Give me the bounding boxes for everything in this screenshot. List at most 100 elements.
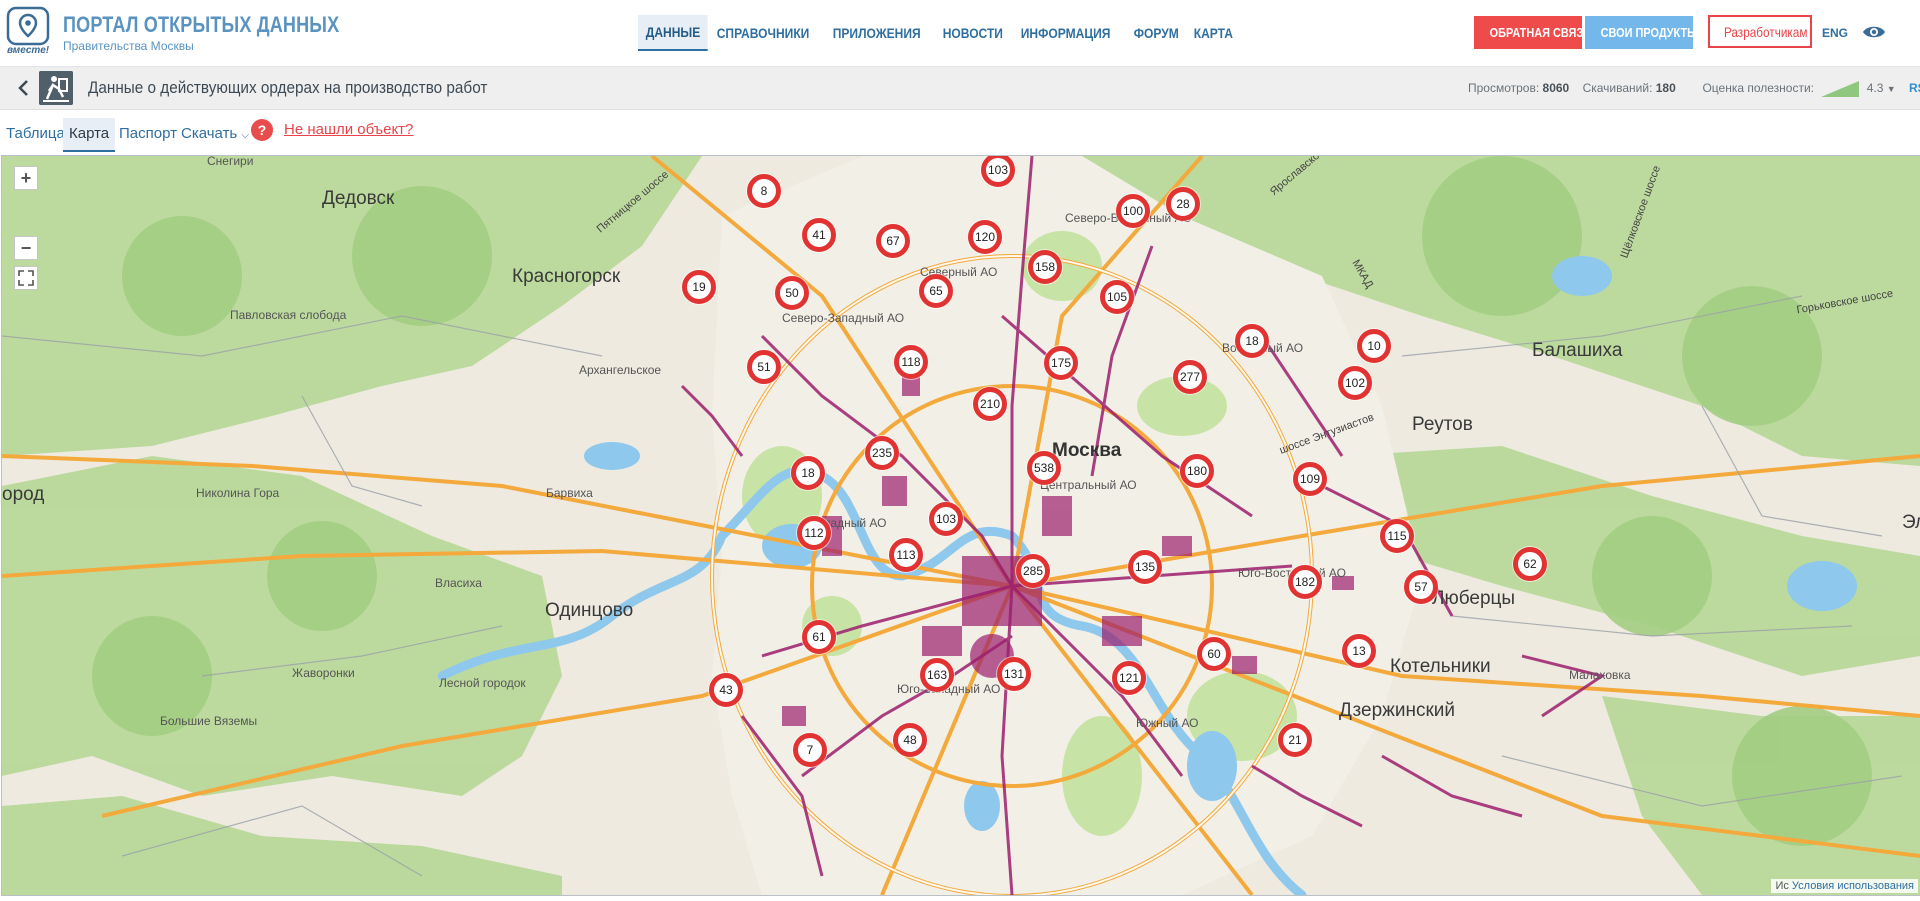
map-cluster[interactable]: 175 <box>1044 346 1078 380</box>
map-cluster[interactable]: 10 <box>1357 329 1391 363</box>
map-cluster[interactable]: 18 <box>1235 324 1269 358</box>
map-cluster[interactable]: 60 <box>1197 637 1231 671</box>
map-cluster[interactable]: 43 <box>709 673 743 707</box>
downloads-count: 180 <box>1655 81 1676 96</box>
map-cluster[interactable]: 115 <box>1380 519 1414 553</box>
place-label: Власиха <box>435 576 482 590</box>
map-cluster[interactable]: 19 <box>682 270 716 304</box>
map-cluster[interactable]: 135 <box>1128 550 1162 584</box>
nav-info[interactable]: ИНФОРМАЦИЯ <box>1013 16 1118 50</box>
map-cluster[interactable]: 109 <box>1293 462 1327 496</box>
map-cluster[interactable]: 100 <box>1116 194 1150 228</box>
map-cluster[interactable]: 103 <box>929 502 963 536</box>
rss-link[interactable]: RSS <box>1909 81 1920 95</box>
nav-forum[interactable]: ФОРУМ <box>1126 16 1187 50</box>
tab-download[interactable]: Скачать ⌵ <box>181 118 249 150</box>
attribution-cut: Ис <box>1775 880 1789 892</box>
map-cluster[interactable]: 48 <box>893 723 927 757</box>
place-label: Котельники <box>1390 656 1491 677</box>
place-label: Николина Гора <box>196 486 280 500</box>
map-cluster[interactable]: 131 <box>997 657 1031 691</box>
tab-map[interactable]: Карта <box>63 118 116 152</box>
map-cluster[interactable]: 57 <box>1404 570 1438 604</box>
chevron-left-icon[interactable] <box>16 78 32 98</box>
developers-button[interactable]: Разработчикам <box>1708 15 1812 48</box>
map-cluster[interactable]: 28 <box>1166 187 1200 221</box>
place-label: Жаворонки <box>292 666 355 680</box>
dataset-bar: Данные о действующих ордерах на производ… <box>0 67 1920 110</box>
chevron-down-icon[interactable]: ▼ <box>1887 84 1896 94</box>
map-cluster[interactable]: 65 <box>919 274 953 308</box>
place-label: Павловская слобода <box>230 308 347 322</box>
views-label: Просмотров: <box>1468 81 1540 96</box>
map-cluster[interactable]: 210 <box>973 387 1007 421</box>
developers-button-label: Разработчикам <box>1723 23 1808 40</box>
language-switch[interactable]: ENG <box>1822 26 1848 40</box>
nav-data[interactable]: ДАННЫЕ <box>638 15 708 51</box>
eye-icon[interactable] <box>1862 24 1886 40</box>
map-cluster[interactable]: 180 <box>1180 454 1214 488</box>
map-cluster[interactable]: 118 <box>894 345 928 379</box>
map-cluster[interactable]: 121 <box>1112 661 1146 695</box>
map-cluster[interactable]: 62 <box>1513 547 1547 581</box>
place-label: Архангельское <box>579 363 662 377</box>
map-cluster[interactable]: 163 <box>920 658 954 692</box>
place-label: Лесной городок <box>439 676 526 690</box>
feedback-button[interactable]: ОБРАТНАЯ СВЯЗЬ <box>1474 16 1591 49</box>
place-label: ород <box>2 484 45 505</box>
place-label: Одинцово <box>545 600 634 621</box>
place-label: Люберцы <box>1432 588 1516 609</box>
nav-news[interactable]: НОВОСТИ <box>935 16 1011 50</box>
place-label: Дзержинский <box>1339 700 1455 721</box>
map-cluster[interactable]: 21 <box>1278 723 1312 757</box>
portal-title[interactable]: ПОРТАЛ ОТКРЫТЫХ ДАННЫХ <box>63 12 339 38</box>
map-cluster[interactable]: 182 <box>1288 565 1322 599</box>
tab-passport[interactable]: Паспорт <box>119 118 177 150</box>
nav-apps[interactable]: ПРИЛОЖЕНИЯ <box>825 16 928 50</box>
download-label: Скачать <box>181 125 238 142</box>
place-label: Снегири <box>207 155 254 168</box>
map-cluster[interactable]: 277 <box>1173 360 1207 394</box>
terms-link[interactable]: Условия использования <box>1792 880 1914 892</box>
zoom-in-button[interactable]: + <box>14 166 38 190</box>
place-label: Дедовск <box>322 188 395 209</box>
not-found-link[interactable]: Не нашли объект? <box>284 121 413 138</box>
map-cluster[interactable]: 13 <box>1342 634 1376 668</box>
tab-table[interactable]: Таблица <box>6 118 65 150</box>
map-cluster[interactable]: 7 <box>793 733 827 767</box>
map-cluster[interactable]: 285 <box>1016 554 1050 588</box>
chevron-down-icon: ⌵ <box>241 130 250 141</box>
district-label: Северо-Западный АО <box>782 311 905 325</box>
map-cluster[interactable]: 113 <box>889 538 923 572</box>
fullscreen-icon[interactable] <box>14 266 38 290</box>
logo-caption: вместе! <box>7 45 50 56</box>
question-icon[interactable]: ? <box>251 119 273 141</box>
map-cluster[interactable]: 8 <box>747 174 781 208</box>
map-cluster[interactable]: 235 <box>865 436 899 470</box>
place-label: Эл <box>1902 512 1920 533</box>
nav-references[interactable]: СПРАВОЧНИКИ <box>709 16 817 50</box>
map-cluster[interactable]: 67 <box>876 224 910 258</box>
map-cluster[interactable]: 61 <box>802 620 836 654</box>
map-cluster[interactable]: 18 <box>791 456 825 490</box>
own-products-button[interactable]: СВОИ ПРОДУКТЫ! <box>1585 16 1701 49</box>
rating-value[interactable]: 4.3 <box>1867 81 1884 95</box>
zoom-out-button[interactable]: − <box>14 236 38 260</box>
map-cluster[interactable]: 538 <box>1027 451 1061 485</box>
map-cluster[interactable]: 158 <box>1028 250 1062 284</box>
road-works-icon <box>39 71 73 105</box>
map-cluster[interactable]: 102 <box>1338 366 1372 400</box>
district-label: Южный АО <box>1136 716 1199 730</box>
dataset-title: Данные о действующих ордерах на производ… <box>88 78 488 97</box>
portal-subtitle: Правительства Москвы <box>63 39 194 53</box>
map-cluster[interactable]: 105 <box>1100 280 1134 314</box>
map-cluster[interactable]: 112 <box>797 516 831 550</box>
map-cluster[interactable]: 50 <box>775 276 809 310</box>
place-label: Балашиха <box>1532 340 1623 361</box>
nav-map[interactable]: КАРТА <box>1186 16 1241 50</box>
map-view[interactable]: + − Дедовск Снегири Красногорск Павловск… <box>1 155 1920 896</box>
map-cluster[interactable]: 41 <box>802 218 836 252</box>
map-cluster[interactable]: 51 <box>747 350 781 384</box>
place-label: Реутов <box>1412 414 1473 435</box>
map-cluster[interactable]: 120 <box>968 220 1002 254</box>
